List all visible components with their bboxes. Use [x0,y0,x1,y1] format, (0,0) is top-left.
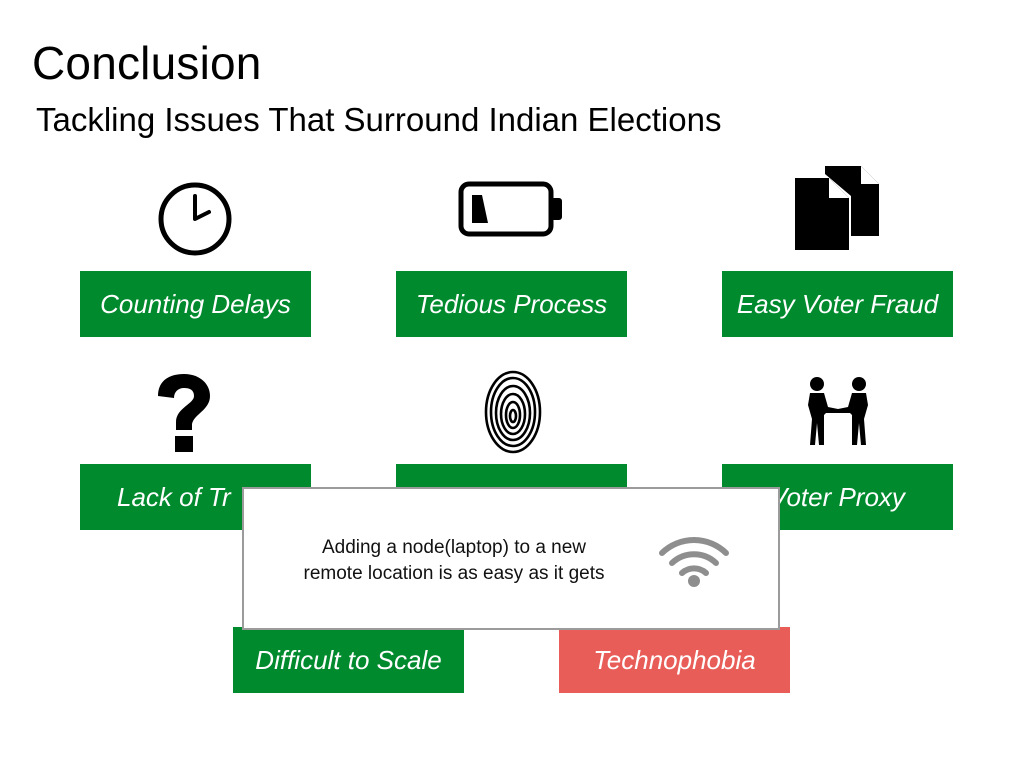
popup-text: Adding a node(laptop) to a new remote lo… [264,535,644,587]
popup-line-2: remote location is as easy as it gets [303,563,605,584]
issue-box-counting-delays: Counting Delays [80,271,311,337]
info-popup: Adding a node(laptop) to a new remote lo… [242,487,780,630]
wifi-icon [659,537,729,587]
low-battery-icon [458,181,562,237]
documents-icon [795,166,879,250]
handshake-icon [808,377,868,445]
issue-box-difficult-to-scale: Difficult to Scale [233,627,464,693]
issue-box-easy-voter-fraud: Easy Voter Fraud [722,271,953,337]
fingerprint-icon [484,370,542,454]
slide-title: Conclusion [32,37,262,89]
popup-line-1: Adding a node(laptop) to a new [321,537,587,558]
slide-subtitle: Tackling Issues That Surround Indian Ele… [36,101,722,138]
question-mark-icon [158,374,210,452]
clock-icon [158,182,232,256]
issue-box-tedious-process: Tedious Process [396,271,627,337]
issue-box-technophobia: Technophobia [559,627,790,693]
